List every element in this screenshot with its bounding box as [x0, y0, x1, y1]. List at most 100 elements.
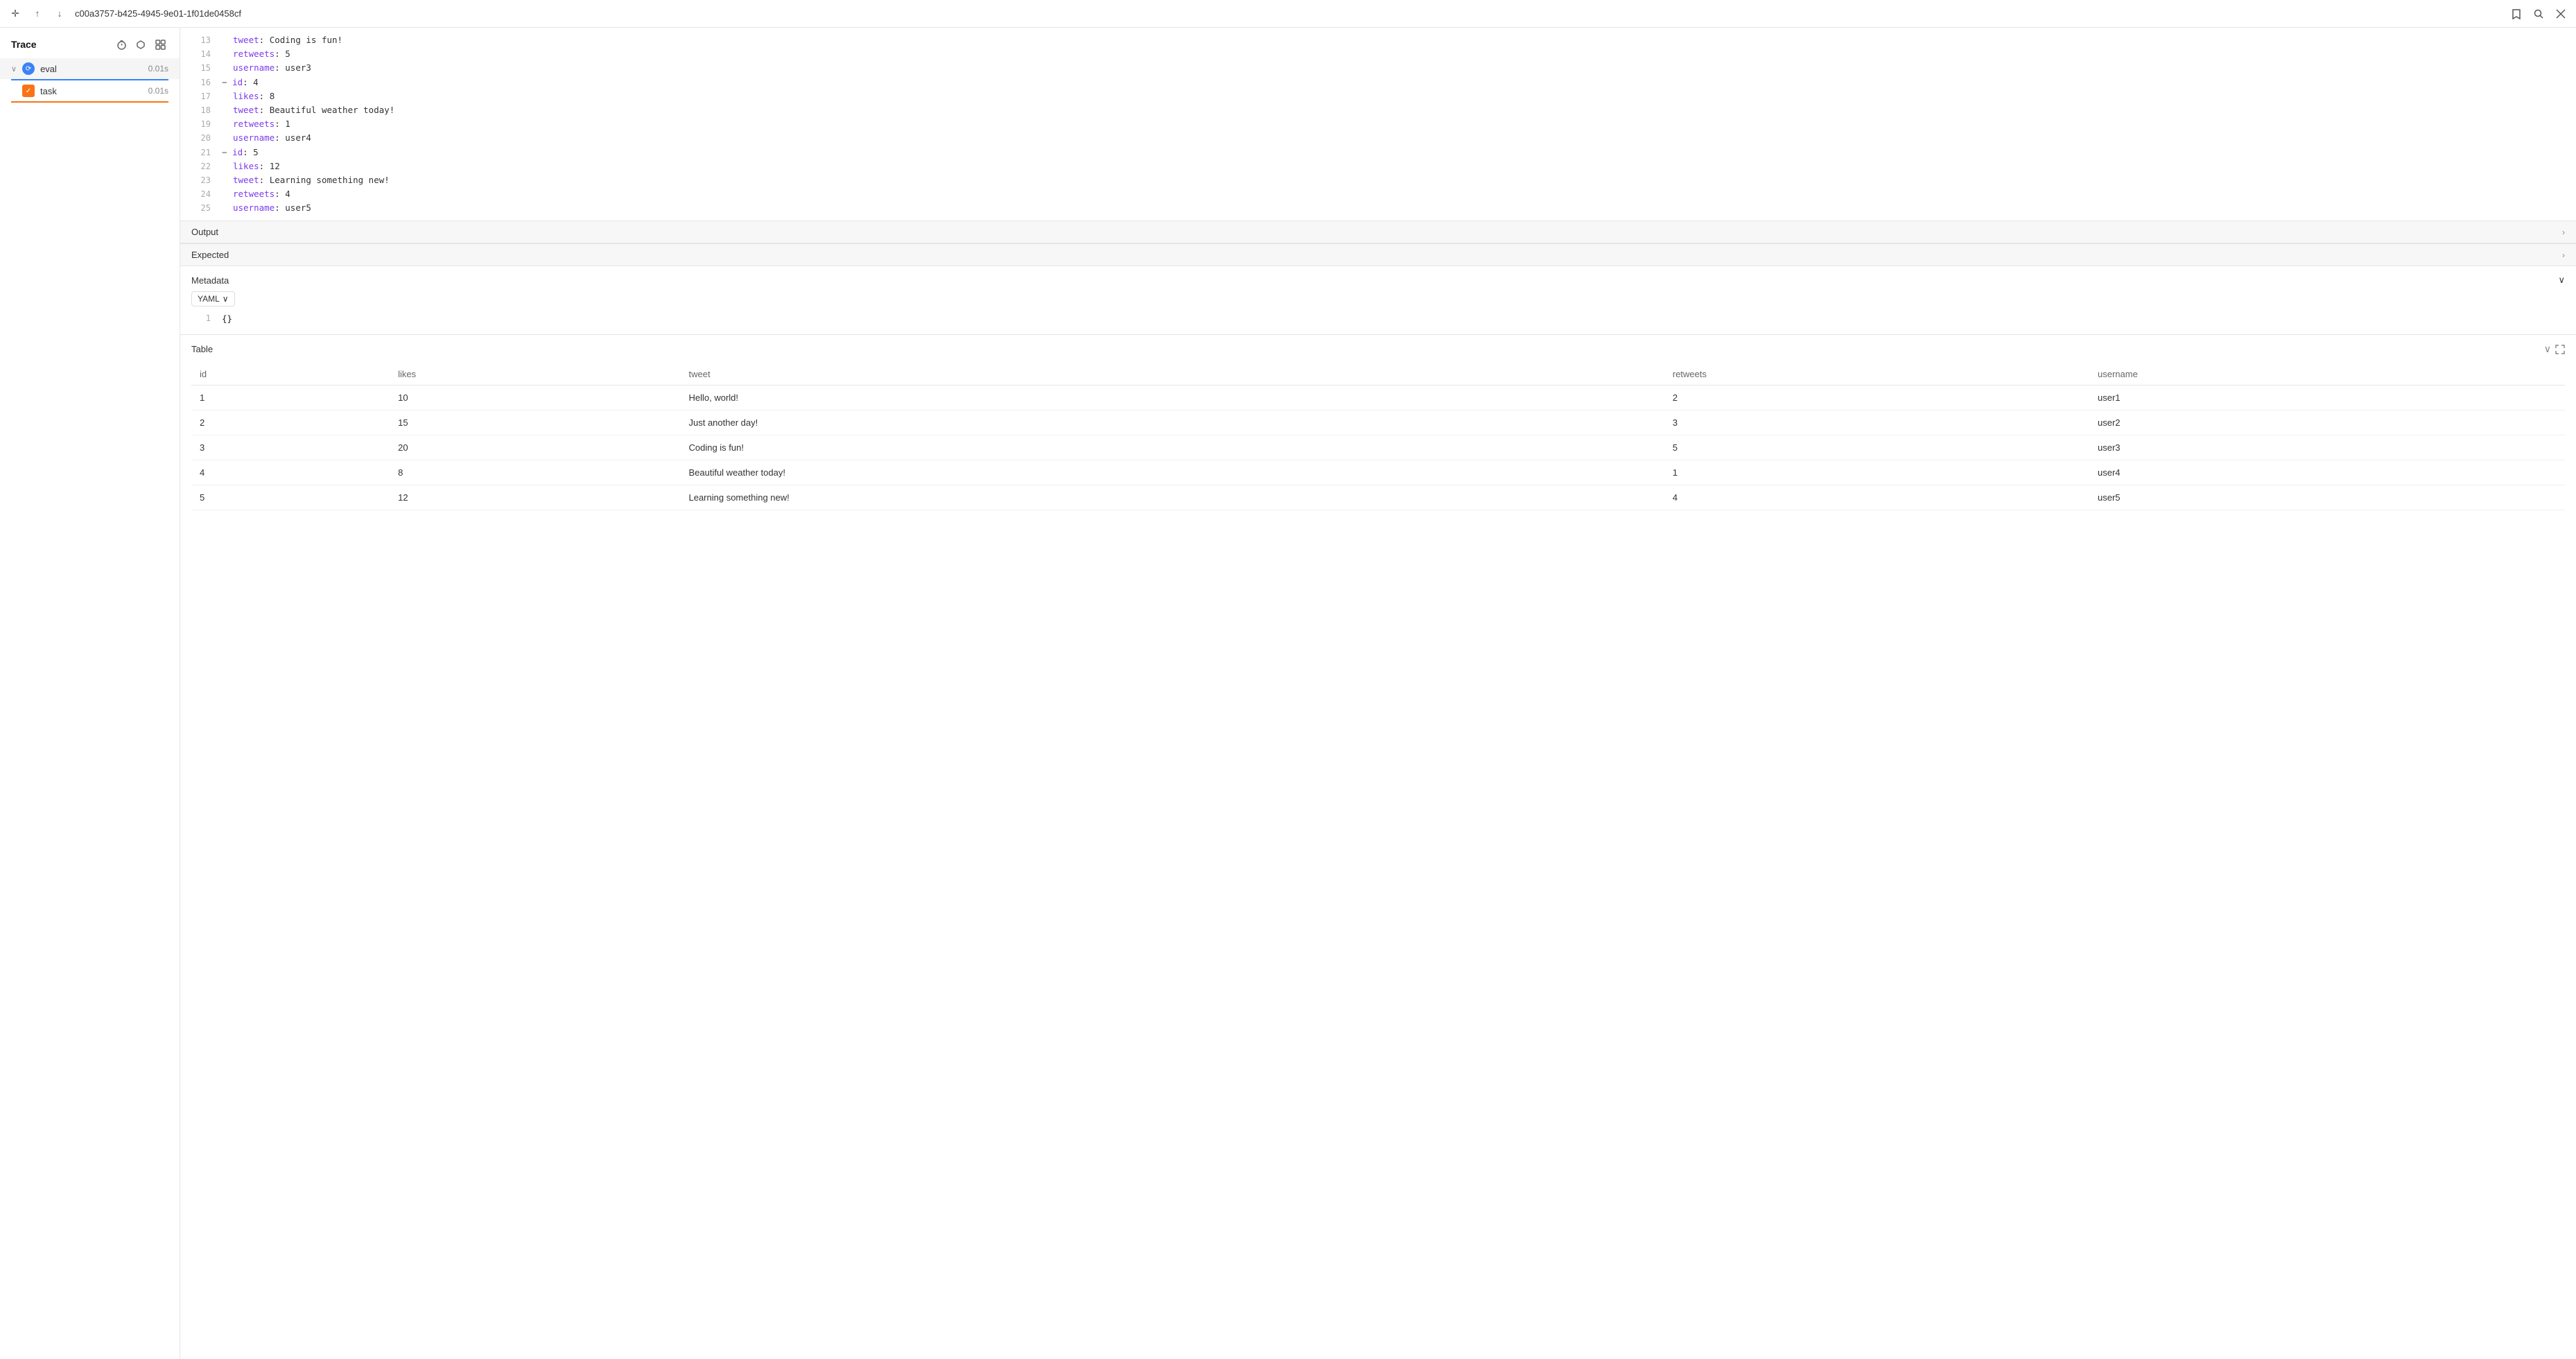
table-expand-icon	[2555, 345, 2565, 354]
code-line-22: 22 likes: 12	[180, 159, 2576, 173]
nav-cross-btn[interactable]: ✛	[6, 4, 25, 24]
metadata-title-label: Metadata	[191, 275, 229, 286]
close-button[interactable]	[2551, 4, 2570, 24]
timer-button[interactable]	[113, 36, 130, 53]
metadata-line-1: 1	[191, 312, 211, 326]
cell-likes: 12	[390, 485, 680, 510]
cell-username: user2	[2089, 410, 2565, 435]
cell-likes: 20	[390, 435, 680, 460]
sidebar-title: Trace	[11, 39, 37, 50]
sidebar-item-chevron-eval: ∨	[11, 64, 17, 73]
cell-retweets: 5	[1664, 435, 2089, 460]
table-row: 48Beautiful weather today!1user4	[191, 460, 2565, 485]
table-row: 320Coding is fun!5user3	[191, 435, 2565, 460]
sidebar-item-task[interactable]: ✓ task 0.01s	[0, 80, 180, 101]
metadata-section: Metadata ∨ YAML ∨ 1 {}	[180, 266, 2576, 335]
cell-retweets: 1	[1664, 460, 2089, 485]
table-row: 512Learning something new!4user5	[191, 485, 2565, 510]
cell-tweet: Learning something new!	[680, 485, 1664, 510]
table-section: Table ∨ id likes tweet retw	[180, 335, 2576, 519]
cell-retweets: 4	[1664, 485, 2089, 510]
nav-up-btn[interactable]: ↑	[28, 4, 47, 24]
cell-likes: 10	[390, 386, 680, 410]
cell-username: user5	[2089, 485, 2565, 510]
cell-id: 1	[191, 386, 390, 410]
cell-retweets: 2	[1664, 386, 2089, 410]
code-block: 13 tweet: Coding is fun! 14 retweets: 5 …	[180, 28, 2576, 220]
cell-username: user1	[2089, 386, 2565, 410]
code-line-21: 21 − id: 5	[180, 146, 2576, 159]
metadata-chevron: ∨	[2558, 275, 2565, 286]
metadata-code-content: {}	[222, 312, 232, 326]
code-line-20: 20 username: user4	[180, 131, 2576, 145]
col-header-tweet: tweet	[680, 363, 1664, 386]
code-line-16: 16 − id: 4	[180, 76, 2576, 89]
nav-down-btn[interactable]: ↓	[50, 4, 69, 24]
code-line-14: 14 retweets: 5	[180, 47, 2576, 61]
task-progress-bar	[11, 101, 168, 103]
code-line-18: 18 tweet: Beautiful weather today!	[180, 103, 2576, 117]
table-collapse-button[interactable]: ∨	[2544, 343, 2551, 355]
task-label: task	[40, 86, 143, 96]
expand-icon	[136, 40, 146, 50]
top-bar-actions	[2507, 4, 2570, 24]
code-line-25: 25 username: user5	[180, 201, 2576, 215]
eval-time: 0.01s	[148, 64, 168, 73]
table-row: 110Hello, world!2user1	[191, 386, 2565, 410]
search-icon	[2533, 8, 2544, 19]
expected-chevron: ›	[2562, 250, 2565, 260]
metadata-code: 1 {}	[191, 312, 2565, 326]
expected-section-header[interactable]: Expected ›	[180, 243, 2576, 266]
search-button[interactable]	[2529, 4, 2548, 24]
cell-tweet: Just another day!	[680, 410, 1664, 435]
bookmark-button[interactable]	[2507, 4, 2526, 24]
yaml-chevron-icon: ∨	[223, 294, 229, 304]
cell-id: 5	[191, 485, 390, 510]
code-line-24: 24 retweets: 4	[180, 187, 2576, 201]
cell-username: user4	[2089, 460, 2565, 485]
code-line-19: 19 retweets: 1	[180, 117, 2576, 131]
close-icon	[2556, 9, 2566, 19]
cell-tweet: Beautiful weather today!	[680, 460, 1664, 485]
table-head: id likes tweet retweets username	[191, 363, 2565, 386]
main-layout: Trace	[0, 28, 2576, 1359]
cell-retweets: 3	[1664, 410, 2089, 435]
content-area: 13 tweet: Coding is fun! 14 retweets: 5 …	[180, 28, 2576, 1359]
table-section-header: Table ∨	[191, 343, 2565, 355]
yaml-format-label: YAML	[198, 294, 220, 304]
eval-icon: ⟳	[22, 62, 35, 75]
eval-label: eval	[40, 64, 143, 74]
sidebar: Trace	[0, 28, 180, 1359]
col-header-retweets: retweets	[1664, 363, 2089, 386]
cell-likes: 8	[390, 460, 680, 485]
output-title: Output	[191, 227, 218, 237]
top-bar: ✛ ↑ ↓ c00a3757-b425-4945-9e01-1f01de0458…	[0, 0, 2576, 28]
cell-tweet: Hello, world!	[680, 386, 1664, 410]
table-header-row: id likes tweet retweets username	[191, 363, 2565, 386]
code-line-15: 15 username: user3	[180, 61, 2576, 75]
table-expand-button[interactable]	[2555, 343, 2565, 355]
table-header-actions: ∨	[2544, 343, 2565, 355]
col-header-id: id	[191, 363, 390, 386]
sidebar-item-eval[interactable]: ∨ ⟳ eval 0.01s	[0, 58, 180, 79]
sidebar-header-actions	[113, 36, 168, 53]
col-header-likes: likes	[390, 363, 680, 386]
bookmark-icon	[2511, 8, 2522, 19]
grid-button[interactable]	[152, 36, 168, 53]
col-header-username: username	[2089, 363, 2565, 386]
cell-tweet: Coding is fun!	[680, 435, 1664, 460]
trace-id: c00a3757-b425-4945-9e01-1f01de0458cf	[72, 8, 2504, 19]
output-section-header[interactable]: Output ›	[180, 220, 2576, 243]
table-body: 110Hello, world!2user1215Just another da…	[191, 386, 2565, 510]
timer-icon	[116, 40, 127, 50]
expand-button[interactable]	[132, 36, 149, 53]
code-line-13: 13 tweet: Coding is fun!	[180, 33, 2576, 47]
cell-id: 2	[191, 410, 390, 435]
cell-id: 3	[191, 435, 390, 460]
task-time: 0.01s	[148, 86, 168, 96]
yaml-dropdown[interactable]: YAML ∨	[191, 291, 235, 306]
code-line-23: 23 tweet: Learning something new!	[180, 173, 2576, 187]
output-chevron: ›	[2562, 227, 2565, 237]
cell-likes: 15	[390, 410, 680, 435]
table-title: Table	[191, 344, 213, 354]
